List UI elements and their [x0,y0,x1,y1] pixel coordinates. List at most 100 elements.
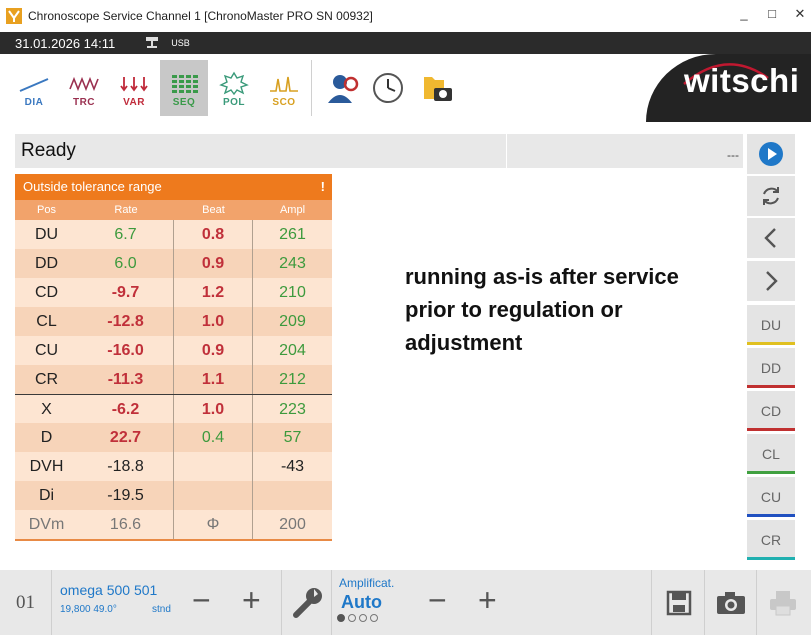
table-row: X -6.2 1.0 223 [15,394,332,423]
position-button-cr[interactable]: CR [747,520,795,560]
cell-beat: 0.9 [174,249,253,278]
scope-icon [270,76,298,92]
save-icon [666,590,691,615]
amplification-panel[interactable]: Amplificat. Auto − + [332,570,652,635]
tool-seq[interactable]: SEQ [160,60,208,116]
tolerance-header-text: Outside tolerance range [23,179,162,194]
minimize-button[interactable]: _ [737,6,751,22]
main-area: Ready --- Outside tolerance range ! Pos … [0,122,745,570]
cell-pos: CD [34,284,59,301]
position-label: CL [762,446,780,462]
cell-ampl: 200 [279,516,306,533]
position-label: DD [760,360,782,376]
camera-icon [716,591,745,614]
app-logo-icon [6,8,22,24]
position-button-dd[interactable]: DD [747,348,795,388]
table-row: Di -19.5 [15,481,332,510]
cell-ampl: 261 [279,226,306,243]
annotation-line: prior to regulation or [405,297,623,322]
cell-pos: CL [36,313,57,330]
title-bar: Chronoscope Service Channel 1 [ChronoMas… [0,0,811,32]
cell-pos: X [41,401,52,418]
caliber-name: omega 500 501 [60,582,158,598]
printer-icon [770,590,796,615]
cell-beat: 1.0 [174,307,253,336]
tool-var[interactable]: VAR [110,60,158,116]
table-row: CU -16.0 0.9 204 [15,336,332,365]
previous-button[interactable] [747,218,795,258]
results-table: Outside tolerance range ! Pos Rate Beat … [15,174,332,541]
status-display: Ready [15,134,506,168]
status-display-right: --- [507,134,743,168]
settings-button[interactable] [282,570,332,635]
col-beat: Beat [202,204,225,216]
cell-ampl: 204 [279,342,306,359]
tool-pol[interactable]: POL [210,60,258,116]
position-button-cd[interactable]: CD [747,391,795,431]
col-rate: Rate [114,204,138,216]
cell-beat [174,452,253,481]
clock-icon [373,73,403,103]
diagram-icon [19,78,49,92]
window-controls: _ □ ✕ [737,6,807,22]
col-ampl: Ampl [279,204,306,216]
status-bar: 31.01.2026 14:11 USB [0,32,811,54]
page-dot[interactable] [370,614,378,622]
variation-icon [120,77,148,92]
tool-dia-label: DIA [24,97,44,108]
caliber-panel[interactable]: omega 500 501 19,800 49.0° stnd − + [52,570,282,635]
position-color-bar [747,471,795,474]
position-color-bar [747,557,795,560]
page-dot[interactable] [359,614,367,622]
amplification-label: Amplificat. [339,576,395,590]
channel-index: 01 [0,570,52,635]
folder-camera-icon [424,77,452,101]
cell-rate: -12.8 [78,307,174,336]
tool-dia[interactable]: DIA [10,60,58,116]
folder-camera-button[interactable] [414,60,462,116]
clock-button[interactable] [364,60,412,116]
refresh-button[interactable] [747,176,795,216]
play-button[interactable] [747,134,795,174]
page-dot[interactable] [337,614,345,622]
screenshot-button[interactable] [705,570,757,635]
cell-ampl: 210 [279,284,306,301]
position-color-bar [747,514,795,517]
table-row: D 22.7 0.4 57 [15,423,332,452]
cell-beat: 0.9 [174,336,253,365]
table-row: DVm 16.6 Φ 200 [15,510,332,539]
cell-rate: -19.5 [78,481,174,510]
cell-ampl: -43 [280,458,305,475]
cell-rate: 6.0 [78,249,174,278]
polar-icon [219,71,249,95]
user-profile-button[interactable] [318,60,366,116]
amplification-plus-button[interactable]: + [478,584,497,616]
position-label: DU [760,317,782,333]
tool-sco[interactable]: SCO [260,60,308,116]
maximize-button[interactable]: □ [765,6,779,22]
caliber-plus-button[interactable]: + [242,584,261,616]
datetime: 31.01.2026 14:11 [15,35,116,51]
chevron-left-icon [764,228,776,248]
tool-var-label: VAR [123,97,145,108]
cell-rate: 6.7 [78,220,174,249]
tool-seq-label: SEQ [172,97,196,108]
tool-trc[interactable]: TRC [60,60,108,116]
wrench-icon [293,588,322,618]
close-button[interactable]: ✕ [793,6,807,22]
table-row: CL -12.8 1.0 209 [15,307,332,336]
microphone-stand-icon [146,37,159,48]
caliber-minus-button[interactable]: − [192,584,211,616]
page-dot[interactable] [348,614,356,622]
next-button[interactable] [747,261,795,301]
cell-pos: CU [34,342,59,359]
print-button[interactable] [757,570,809,635]
connection-label: USB [171,38,190,48]
position-button-cl[interactable]: CL [747,434,795,474]
amplification-minus-button[interactable]: − [428,584,447,616]
position-button-du[interactable]: DU [747,305,795,345]
caliber-info: 19,800 49.0° [60,604,117,615]
save-button[interactable] [653,570,705,635]
position-button-cu[interactable]: CU [747,477,795,517]
sequence-grid-icon [172,75,198,93]
